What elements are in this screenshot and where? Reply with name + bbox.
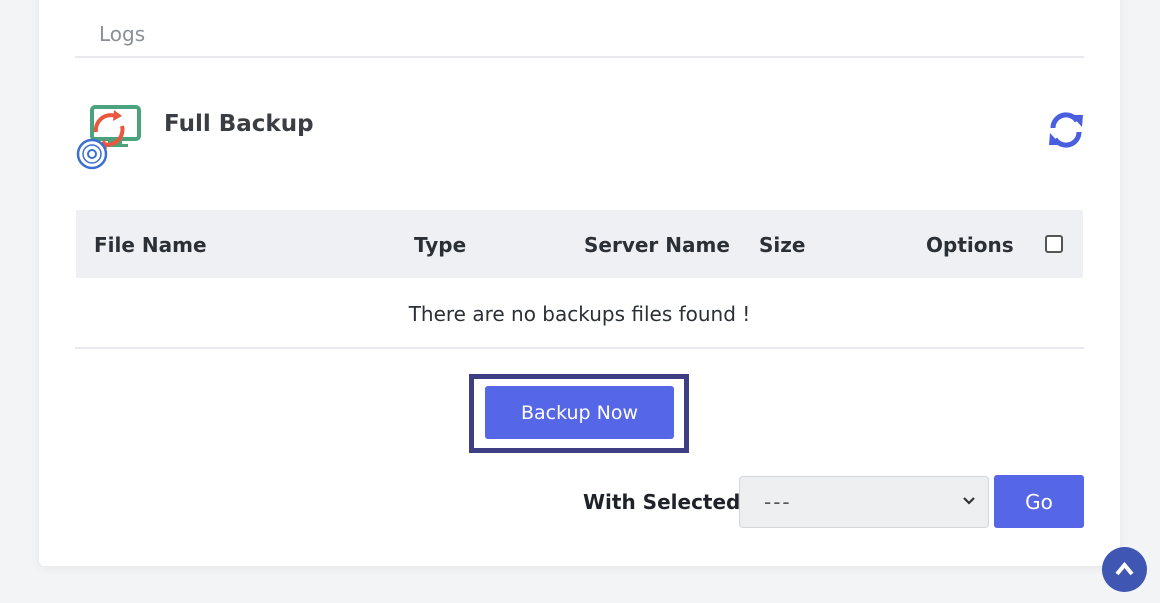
backup-now-button[interactable]: Backup Now	[485, 386, 674, 439]
tab-bar: Logs	[75, 0, 1084, 58]
scroll-to-top-button[interactable]	[1102, 547, 1147, 592]
go-button[interactable]: Go	[994, 475, 1084, 528]
column-options: Options	[926, 233, 1014, 257]
column-server-name: Server Name	[584, 233, 730, 257]
refresh-icon[interactable]	[1047, 111, 1085, 149]
column-type: Type	[414, 233, 467, 257]
backup-now-focus-frame: Backup Now	[469, 374, 689, 453]
column-file-name: File Name	[94, 233, 207, 257]
chevron-down-icon	[963, 497, 975, 505]
with-selected-value: ---	[764, 490, 792, 514]
select-all-checkbox[interactable]	[1045, 235, 1063, 253]
table-header: File Name Type Server Name Size Options	[76, 210, 1083, 278]
with-selected-dropdown[interactable]: ---	[739, 476, 989, 528]
with-selected-label: With Selected:	[583, 490, 749, 514]
empty-message: There are no backups files found !	[75, 278, 1084, 349]
chevron-up-icon	[1115, 561, 1134, 576]
section-title: Full Backup	[164, 111, 314, 137]
column-size: Size	[759, 233, 806, 257]
tab-logs[interactable]: Logs	[99, 22, 145, 46]
backup-monitor-icon	[76, 105, 141, 170]
backup-card: Logs Full Backup File Name Type Server N…	[39, 0, 1120, 566]
